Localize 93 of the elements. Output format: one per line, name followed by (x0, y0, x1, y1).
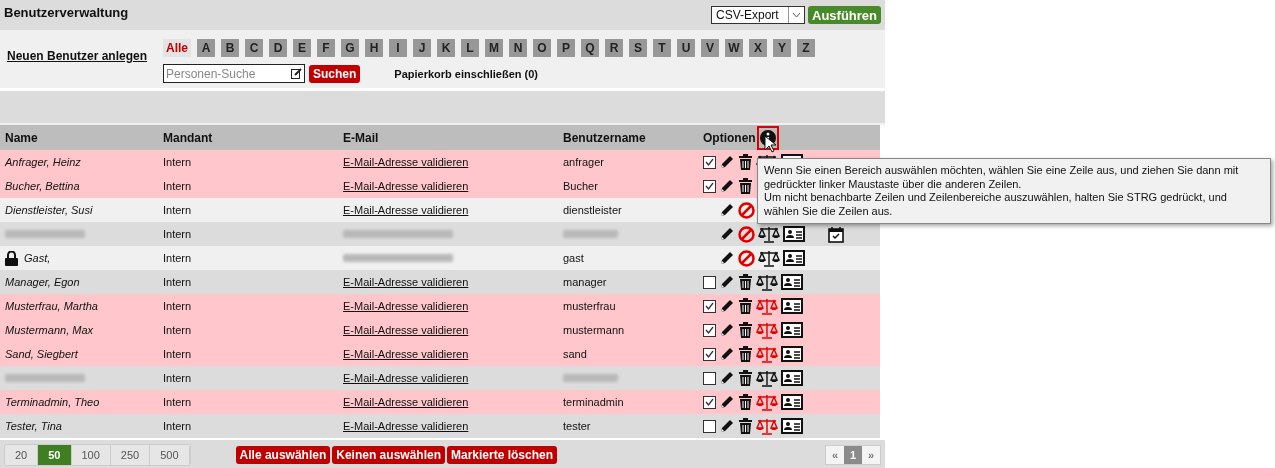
username-cell: gast (563, 252, 584, 264)
letter-filter[interactable]: K (437, 39, 455, 57)
column-header: Mandant (163, 130, 214, 145)
export-select[interactable]: CSV-Export (711, 6, 805, 24)
user-name: Dienstleister, Susi (5, 204, 93, 216)
letter-filter[interactable]: S (629, 39, 647, 57)
client-cell-text: Intern (163, 252, 193, 264)
username-cell: manager (563, 276, 607, 288)
client-cell-text: Intern (163, 204, 193, 216)
user-name: Musterfrau, Martha (5, 300, 98, 312)
letter-filter[interactable]: O (533, 39, 551, 57)
validate-email-link[interactable]: E-Mail-Adresse validieren (343, 348, 469, 360)
username-cell: anfrager (563, 156, 604, 168)
validate-email-link[interactable]: E-Mail-Adresse validieren (343, 204, 469, 216)
client-cell-text: Intern (163, 324, 193, 336)
client-cell-text: Intern (163, 180, 193, 192)
letter-filter[interactable]: X (749, 39, 767, 57)
page-size-button[interactable]: 100 (71, 445, 111, 465)
bulk-action-button[interactable]: Markierte löschen (447, 446, 558, 464)
tooltip: Wenn Sie einen Bereich auswählen möchten, wählen Sie eine Zeile aus, und ziehen Sie dann mit gedrückter linker Maustaste über die anderen Zeilen. Um nicht benachbarte Zeilen und Zeilenbereiche auszuwählen, halten Sie STRG gedrückt, und wählen Sie die Zeilen aus. (757, 158, 1271, 224)
letter-filter[interactable]: P (557, 39, 575, 57)
user-name: Tester, Tina (5, 420, 62, 432)
page-size-button[interactable]: 50 (38, 445, 72, 465)
letter-filter[interactable]: U (677, 39, 695, 57)
client-cell-text: Intern (163, 156, 193, 168)
validate-email-link[interactable]: E-Mail-Adresse validieren (343, 180, 469, 192)
letter-filter[interactable]: I (389, 39, 407, 57)
letter-filter[interactable]: G (341, 39, 359, 57)
letter-filter[interactable]: J (413, 39, 431, 57)
search-field[interactable]: Personen-Suche (163, 64, 305, 83)
validate-email-link[interactable]: E-Mail-Adresse validieren (343, 276, 469, 288)
client-cell-text: Intern (163, 372, 193, 384)
user-name: Bucher, Bettina (5, 180, 80, 192)
user-name: Manager, Egon (5, 276, 80, 288)
letter-filter[interactable]: Z (797, 39, 815, 57)
client-cell-text: Intern (163, 396, 193, 408)
run-button[interactable]: Ausführen (808, 6, 881, 24)
client-cell-text: Intern (163, 348, 193, 360)
username-cell: mustermann (563, 324, 625, 336)
client-cell-text: Intern (163, 228, 193, 240)
validate-email-link[interactable]: E-Mail-Adresse validieren (343, 324, 469, 336)
username-cell: dienstleister (563, 204, 622, 216)
client-cell-text: Intern (163, 276, 193, 288)
letter-filter[interactable]: R (605, 39, 623, 57)
page-size-button[interactable]: 20 (5, 445, 39, 465)
page-size-button[interactable]: 250 (110, 445, 151, 465)
letter-filter[interactable]: Q (581, 39, 599, 57)
search-button[interactable]: Suchen (309, 64, 361, 83)
username-cell: Bucher (563, 180, 598, 192)
previous-page-button[interactable]: « (826, 446, 844, 464)
page-size-button[interactable]: 500 (150, 445, 190, 465)
letter-filter[interactable]: H (365, 39, 383, 57)
validate-email-link[interactable]: E-Mail-Adresse validieren (343, 300, 469, 312)
letter-filter[interactable]: Alle (163, 39, 191, 57)
validate-email-link[interactable]: E-Mail-Adresse validieren (343, 372, 469, 384)
page-title: Benutzerverwaltung (4, 5, 129, 22)
letter-filter[interactable]: A (197, 39, 215, 57)
bulk-action-button[interactable]: Alle auswählen (235, 446, 331, 464)
column-header: E-Mail (343, 130, 380, 145)
letter-filter[interactable]: T (653, 39, 671, 57)
letter-filter[interactable]: M (485, 39, 503, 57)
validate-email-link[interactable]: E-Mail-Adresse validieren (343, 156, 469, 168)
letter-filter[interactable]: L (461, 39, 479, 57)
column-header: Benutzername (563, 130, 647, 145)
username-cell: musterfrau (563, 300, 616, 312)
user-name: Mustermann, Max (5, 324, 94, 336)
user-name: Terminadmin, Theo (5, 396, 100, 408)
user-name: Anfrager, Heinz (5, 156, 81, 168)
letter-filter[interactable]: B (221, 39, 239, 57)
letter-filter[interactable]: N (509, 39, 527, 57)
bulk-action-button[interactable]: Keinen auswählen (332, 446, 445, 464)
username-cell: sand (563, 348, 587, 360)
user-name: Sand, Siegbert (5, 348, 78, 360)
letter-filter[interactable]: E (293, 39, 311, 57)
client-cell-text: Intern (163, 420, 193, 432)
column-header: Name (5, 130, 39, 145)
trash-filter[interactable]: Papierkorb einschließen (0) (394, 67, 538, 80)
letter-filter[interactable]: D (269, 39, 287, 57)
letter-filter[interactable]: W (725, 39, 743, 57)
user-name: Gast, (24, 252, 51, 264)
new-user-link[interactable]: Neuen Benutzer anlegen (7, 49, 163, 88)
letter-filter[interactable]: V (701, 39, 719, 57)
column-header: Optionen (703, 130, 756, 145)
client-cell-text: Intern (163, 300, 193, 312)
page-button[interactable]: 1 (844, 446, 862, 464)
validate-email-link[interactable]: E-Mail-Adresse validieren (343, 396, 469, 408)
next-page-button[interactable]: » (862, 446, 880, 464)
letter-filter[interactable]: Y (773, 39, 791, 57)
username-cell: tester (563, 420, 591, 432)
letter-filter[interactable]: C (245, 39, 263, 57)
letter-filter[interactable]: F (317, 39, 335, 57)
validate-email-link[interactable]: E-Mail-Adresse validieren (343, 420, 469, 432)
username-cell: terminadmin (563, 396, 624, 408)
